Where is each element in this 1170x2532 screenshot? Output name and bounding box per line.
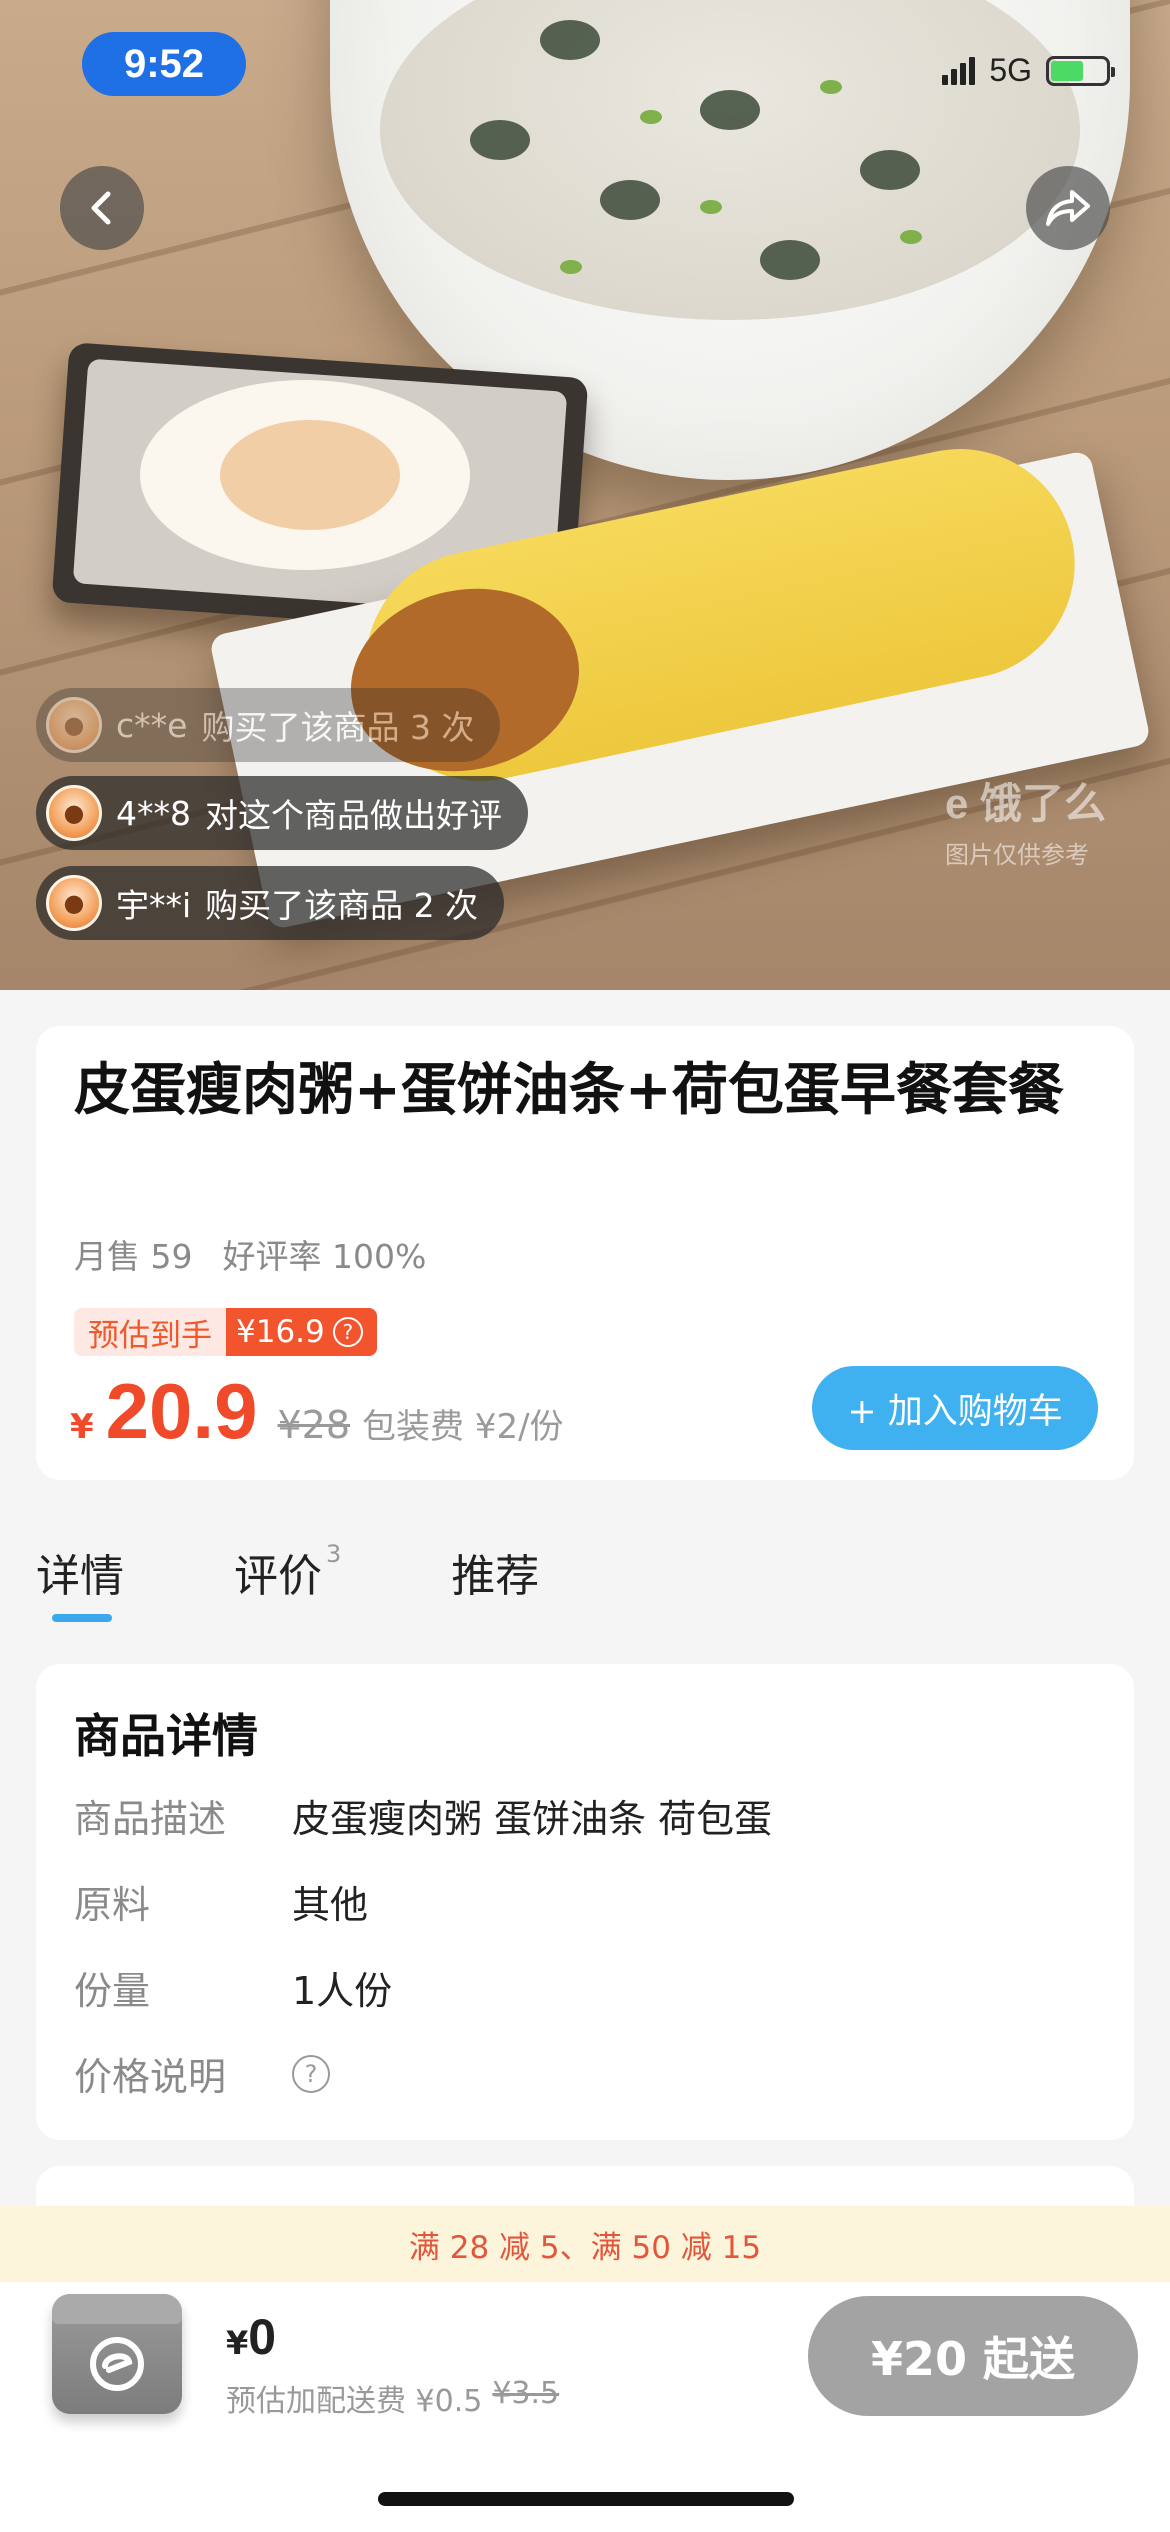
monthly-sales: 月售 59 bbox=[74, 1237, 193, 1276]
tab-label: 评价 bbox=[234, 1551, 322, 1602]
price: 20.9 bbox=[105, 1367, 258, 1455]
tab-label: 推荐 bbox=[451, 1551, 540, 1602]
buyer-action: 购买了该商品 2 次 bbox=[205, 886, 479, 925]
chevron-left-icon bbox=[91, 191, 111, 225]
avatar: ● bbox=[46, 785, 102, 841]
delivery-fee-original: ¥3.5 bbox=[492, 2376, 560, 2411]
detail-value: 其他 bbox=[292, 1883, 369, 1927]
cart-currency: ¥ bbox=[226, 2324, 249, 2362]
network-label: 5G bbox=[989, 52, 1032, 88]
tab-details[interactable]: 详情 bbox=[36, 1540, 124, 1604]
question-icon: ? bbox=[332, 1317, 363, 1347]
tab-count: 3 bbox=[326, 1540, 342, 1568]
home-indicator bbox=[378, 2492, 794, 2506]
scallion bbox=[900, 230, 922, 244]
scallion bbox=[700, 200, 722, 214]
buyer-name: 4**8 bbox=[116, 793, 191, 833]
original-price: ¥28 bbox=[277, 1403, 351, 1447]
century-egg-piece bbox=[540, 20, 600, 60]
estimated-label: 预估到手 bbox=[74, 1308, 226, 1356]
delivery-fee-label: 预估加配送费 ¥0.5 bbox=[226, 2384, 483, 2419]
back-button[interactable] bbox=[60, 166, 144, 250]
century-egg-piece bbox=[600, 180, 660, 220]
watermark-caption: 图片仅供参考 bbox=[945, 842, 1089, 869]
estimated-price: ¥16.9 ? bbox=[226, 1308, 377, 1356]
tab-bar: 详情 评价 3 推荐 bbox=[36, 1540, 539, 1604]
product-stats: 月售 59 好评率 100% bbox=[74, 1230, 426, 1278]
add-to-cart-button[interactable]: + 加入购物车 bbox=[812, 1366, 1098, 1450]
avatar: ● bbox=[46, 697, 102, 753]
detail-row: 份量 1人份 bbox=[74, 1960, 392, 2015]
detail-value: 1人份 bbox=[292, 1969, 393, 2013]
buyer-toast: ● c**e 购买了该商品 3 次 bbox=[36, 688, 501, 762]
tab-reviews[interactable]: 评价 3 bbox=[234, 1540, 341, 1604]
product-details-card: 商品详情 商品描述 皮蛋瘦肉粥 蛋饼油条 荷包蛋 原料 其他 份量 1人份 价格… bbox=[36, 1664, 1134, 2140]
share-button[interactable] bbox=[1026, 166, 1110, 250]
status-indicators: 5G bbox=[942, 52, 1115, 89]
buyer-name: 宇**i bbox=[116, 886, 192, 925]
century-egg-piece bbox=[860, 150, 920, 190]
delivery-fee: 预估加配送费 ¥0.5 ¥3.5 bbox=[226, 2376, 559, 2420]
product-card: 皮蛋瘦肉粥+蛋饼油条+荷包蛋早餐套餐 月售 59 好评率 100% 预估到手 ¥… bbox=[36, 1026, 1134, 1480]
watermark: e 饿了么 图片仅供参考 bbox=[945, 770, 1106, 870]
detail-key: 商品描述 bbox=[74, 1797, 227, 1841]
cart-total: ¥ 0 bbox=[226, 2308, 276, 2366]
min-order-button[interactable]: ¥20 起送 bbox=[808, 2296, 1138, 2416]
tab-indicator bbox=[52, 1614, 112, 1622]
estimated-price-badge[interactable]: 预估到手 ¥16.9 ? bbox=[74, 1308, 377, 1356]
estimated-price-value: ¥16.9 bbox=[236, 1314, 325, 1350]
currency-symbol: ¥ bbox=[70, 1407, 94, 1447]
buyer-name: c**e bbox=[116, 705, 188, 745]
avatar: ● bbox=[46, 875, 102, 931]
price-info-icon[interactable]: ? bbox=[292, 2054, 330, 2093]
signal-icon bbox=[942, 56, 976, 85]
promo-bar: 满 28 减 5、满 50 减 15 bbox=[0, 2206, 1170, 2282]
century-egg-piece bbox=[470, 120, 530, 160]
buyer-toast: ● 宇**i 购买了该商品 2 次 bbox=[36, 866, 505, 940]
tab-recommend[interactable]: 推荐 bbox=[451, 1540, 539, 1604]
packaging-fee: 包装费 ¥2/份 bbox=[362, 1407, 564, 1447]
scallion bbox=[560, 260, 582, 274]
eleme-logo-icon bbox=[90, 2337, 144, 2391]
detail-row: 商品描述 皮蛋瘦肉粥 蛋饼油条 荷包蛋 bbox=[74, 1788, 772, 1843]
price-row: ¥ 20.9 ¥28 包装费 ¥2/份 bbox=[70, 1366, 564, 1457]
detail-value: 皮蛋瘦肉粥 蛋饼油条 荷包蛋 bbox=[292, 1797, 773, 1841]
century-egg-piece bbox=[760, 240, 820, 280]
detail-key: 价格说明 bbox=[74, 2055, 227, 2099]
tab-label: 详情 bbox=[36, 1551, 124, 1602]
detail-key: 原料 bbox=[74, 1883, 151, 1927]
buyer-action: 购买了该商品 3 次 bbox=[201, 708, 475, 747]
century-egg-piece bbox=[700, 90, 760, 130]
status-time: 9:52 bbox=[82, 32, 246, 96]
watermark-logo: e 饿了么 bbox=[945, 780, 1107, 827]
detail-value: ? bbox=[292, 2046, 330, 2101]
cart-icon[interactable] bbox=[52, 2294, 182, 2414]
detail-row: 原料 其他 bbox=[74, 1874, 368, 1929]
scallion bbox=[820, 80, 842, 94]
buyer-toast: ● 4**8 对这个商品做出好评 bbox=[36, 776, 528, 850]
share-icon bbox=[1046, 190, 1090, 226]
fried-egg-yolk bbox=[220, 420, 400, 530]
scallion bbox=[640, 110, 662, 124]
details-title: 商品详情 bbox=[74, 1709, 258, 1763]
battery-icon bbox=[1046, 55, 1115, 86]
buyer-action: 对这个商品做出好评 bbox=[205, 796, 502, 835]
rating: 好评率 100% bbox=[222, 1237, 427, 1276]
detail-row: 价格说明 ? bbox=[74, 2046, 330, 2101]
cart-total-value: 0 bbox=[248, 2309, 277, 2365]
product-title: 皮蛋瘦肉粥+蛋饼油条+荷包蛋早餐套餐 bbox=[74, 1058, 1064, 1123]
detail-key: 份量 bbox=[74, 1969, 151, 2013]
